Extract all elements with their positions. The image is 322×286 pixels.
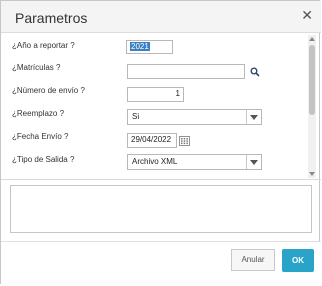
calendar-icon[interactable]	[179, 136, 190, 146]
replacement-select[interactable]: Si	[127, 109, 262, 125]
parameters-dialog: Parametros ✕ ¿Año a reportar ? 2021 ¿Mat…	[0, 0, 321, 285]
output-type-label: ¿Tipo de Salida ?	[12, 155, 75, 164]
enrollments-input[interactable]	[127, 64, 245, 79]
close-icon[interactable]: ✕	[301, 7, 313, 24]
cancel-button[interactable]: Anular	[231, 249, 275, 271]
replacement-value: Si	[132, 112, 140, 121]
dialog-header: Parametros ✕	[1, 1, 321, 33]
year-label: ¿Año a reportar ?	[12, 41, 75, 50]
scroll-thumb[interactable]	[309, 45, 315, 115]
send-date-label: ¿Fecha Envío ?	[12, 132, 69, 141]
parameters-form: ¿Año a reportar ? 2021 ¿Matrículas ? ¿Nú…	[7, 35, 307, 178]
search-icon[interactable]	[250, 67, 260, 77]
output-type-dropdown[interactable]	[246, 155, 261, 169]
output-type-value: Archivo XML	[132, 157, 178, 166]
send-number-label: ¿Número de envío ?	[12, 86, 85, 95]
divider	[1, 179, 321, 180]
send-date-input[interactable]: 29/04/2022	[127, 133, 177, 148]
log-textarea[interactable]	[10, 185, 312, 233]
send-number-input[interactable]: 1	[127, 87, 184, 102]
year-value: 2021	[130, 42, 150, 51]
replacement-dropdown[interactable]	[246, 110, 261, 124]
year-input[interactable]: 2021	[126, 40, 173, 54]
chevron-down-icon	[250, 115, 258, 120]
form-scrollbar[interactable]	[308, 35, 316, 178]
replacement-label: ¿Reemplazo ?	[12, 109, 65, 118]
ok-button[interactable]: OK	[282, 249, 314, 272]
chevron-down-icon	[250, 160, 258, 165]
scroll-up-icon[interactable]	[309, 37, 315, 41]
scroll-down-icon[interactable]	[309, 172, 315, 176]
output-type-select[interactable]: Archivo XML	[127, 154, 262, 170]
enrollments-label: ¿Matrículas ?	[12, 63, 61, 72]
dialog-title: Parametros	[15, 10, 88, 26]
